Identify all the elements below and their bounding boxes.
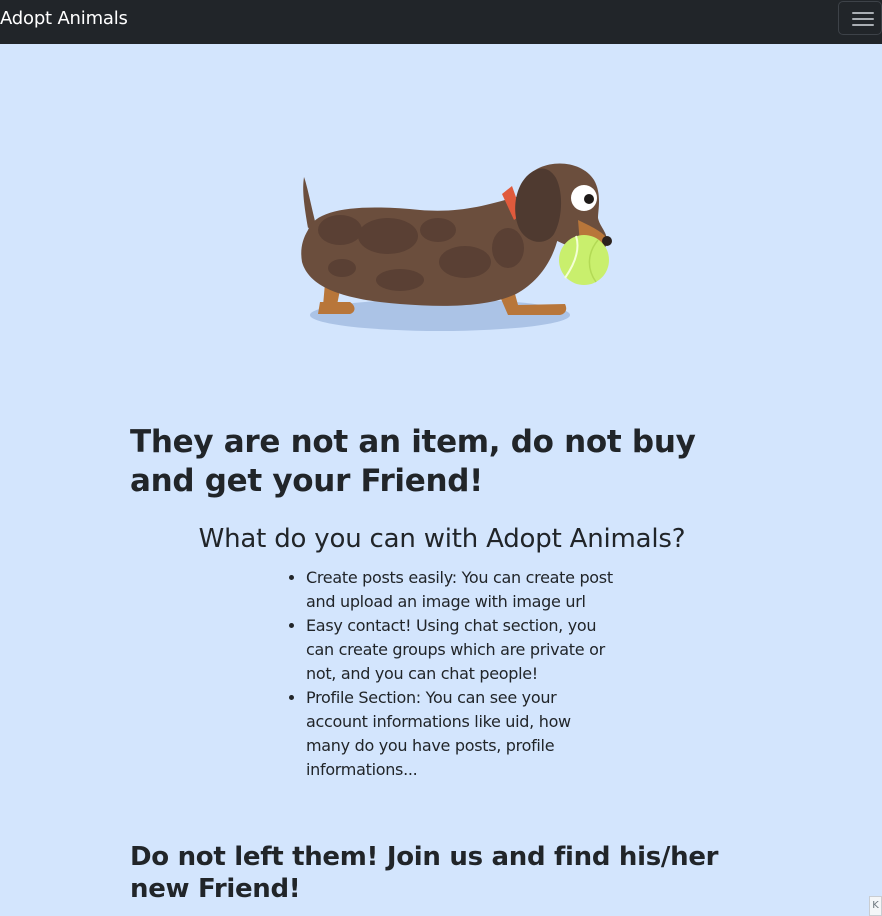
features-list: Create posts easily: You can create post… — [282, 566, 616, 782]
feature-item-contact: Easy contact! Using chat section, you ca… — [306, 614, 616, 686]
feature-item-posts: Create posts easily: You can create post… — [306, 566, 616, 614]
navbar-brand[interactable]: Adopt Animals — [0, 8, 128, 30]
closing-heading: Do not left them! Join us and find his/h… — [130, 842, 719, 904]
hamburger-menu-icon-line — [852, 24, 874, 26]
dog-tail — [303, 177, 316, 228]
corner-chip[interactable]: K — [869, 896, 882, 916]
navbar-toggler-button[interactable] — [838, 1, 882, 35]
main-heading: They are not an item, do not buy and get… — [130, 424, 696, 499]
navbar: Adopt Animals — [0, 0, 882, 44]
dog-pupil — [584, 194, 594, 204]
dog-spot — [328, 259, 356, 277]
dog-back-paw — [318, 302, 355, 314]
dog-spot — [492, 228, 524, 268]
dog-spot — [318, 215, 362, 245]
dog-spot — [439, 246, 491, 278]
hamburger-menu-icon-line — [852, 18, 874, 20]
dog-spot — [376, 269, 424, 291]
features-subheading: What do you can with Adopt Animals? — [198, 524, 686, 554]
hamburger-menu-icon — [852, 12, 874, 14]
dog-illustration — [301, 163, 612, 331]
dog-ear — [515, 168, 562, 242]
dog-spot — [420, 218, 456, 242]
feature-item-profile: Profile Section: You can see your accoun… — [306, 686, 616, 782]
dog-spot — [358, 218, 418, 254]
